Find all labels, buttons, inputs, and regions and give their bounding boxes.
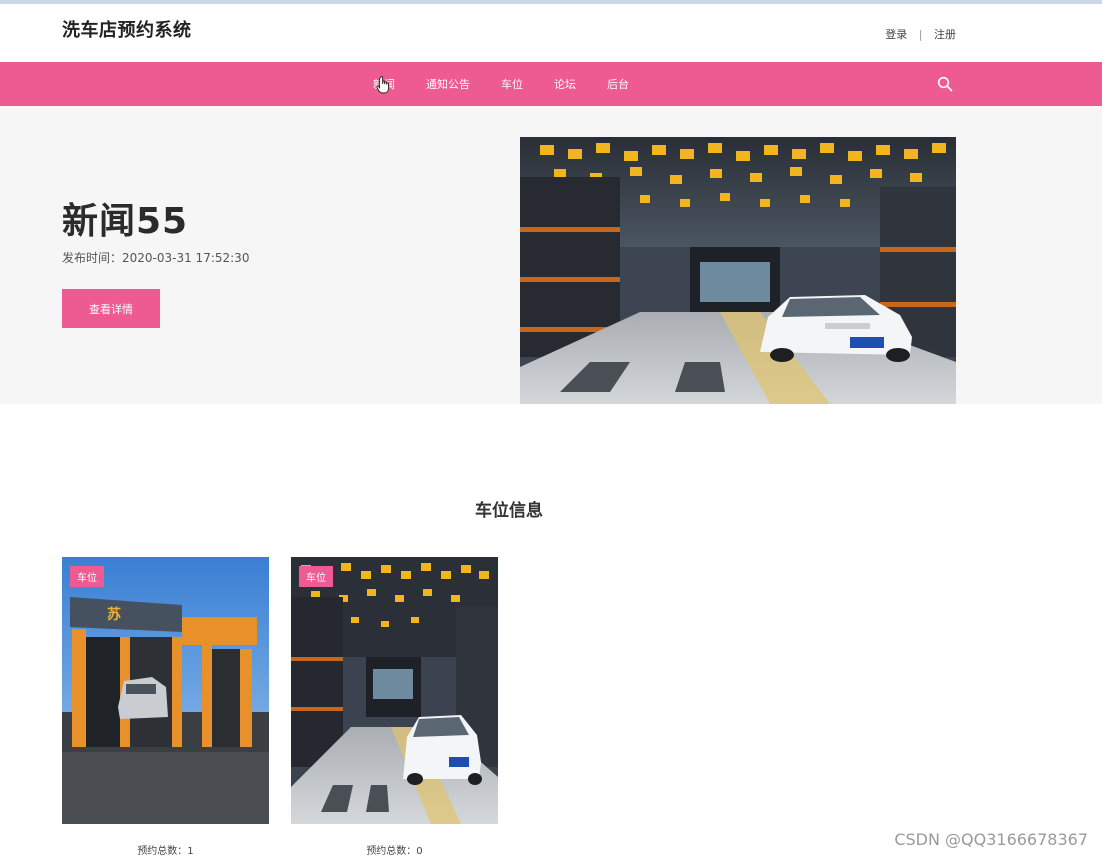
hand-pointer-icon: [376, 76, 389, 94]
site-title: 洗车店预约系统: [62, 20, 192, 41]
nav-item-forum[interactable]: 论坛: [554, 76, 576, 92]
search-icon[interactable]: [937, 76, 953, 92]
section-title: 车位信息: [475, 501, 543, 521]
auth-separator: |: [918, 28, 923, 41]
auth-links: 登录 | 注册: [885, 26, 956, 42]
card-image-carwash[interactable]: 苏: [62, 557, 269, 824]
nav-item-notices[interactable]: 通知公告: [426, 76, 470, 92]
card-image-garage[interactable]: [291, 557, 498, 824]
reservation-count: 预约总数：0: [366, 846, 423, 857]
view-details-button[interactable]: 查看详情: [62, 289, 160, 328]
card-badge: 车位: [299, 566, 333, 587]
login-link[interactable]: 登录: [885, 28, 907, 41]
hero-publish-date: 发布时间：2020-03-31 17:52:30: [62, 251, 250, 265]
window-top-border: [0, 0, 1102, 4]
register-link[interactable]: 注册: [934, 28, 956, 41]
parking-card[interactable]: 苏 车位 预约总数：1: [62, 557, 269, 857]
hero-garage-image[interactable]: [520, 137, 956, 404]
svg-text:苏: 苏: [107, 606, 121, 623]
hero-title: 新闻55: [62, 201, 189, 242]
hero-banner: 新闻55 发布时间：2020-03-31 17:52:30 查看详情: [0, 106, 1102, 404]
nav-item-admin[interactable]: 后台: [607, 76, 629, 92]
card-badge: 车位: [70, 566, 104, 587]
nav-menu: 新闻 通知公告 车位 论坛 后台: [373, 62, 660, 106]
parking-card[interactable]: 车位 预约总数：0: [291, 557, 498, 857]
reservation-count: 预约总数：1: [137, 846, 194, 857]
main-navbar: 新闻 通知公告 车位 论坛 后台: [0, 62, 1102, 106]
csdn-watermark: CSDN @QQ3166678367: [894, 830, 1088, 849]
nav-item-parking[interactable]: 车位: [501, 76, 523, 92]
